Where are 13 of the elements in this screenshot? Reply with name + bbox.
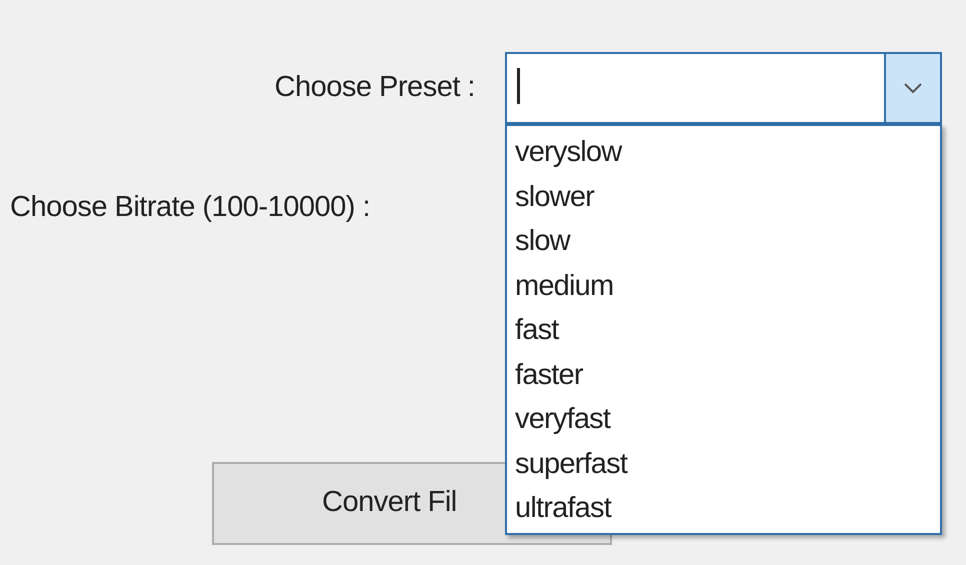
dropdown-option[interactable]: medium: [507, 264, 940, 308]
dropdown-option[interactable]: slow: [507, 219, 940, 264]
preset-dropdown[interactable]: [505, 52, 942, 124]
preset-label: Choose Preset :: [274, 71, 475, 104]
dropdown-option[interactable]: fast: [507, 308, 940, 352]
dropdown-toggle-button[interactable]: [886, 54, 940, 122]
chevron-down-icon: [903, 82, 923, 94]
bitrate-label: Choose Bitrate (100-10000) :: [10, 190, 370, 225]
dropdown-option[interactable]: slower: [507, 174, 940, 219]
dropdown-option[interactable]: veryfast: [507, 397, 940, 442]
text-cursor: [517, 68, 520, 104]
dropdown-option[interactable]: faster: [507, 352, 940, 397]
dropdown-option[interactable]: veryslow: [507, 130, 940, 174]
